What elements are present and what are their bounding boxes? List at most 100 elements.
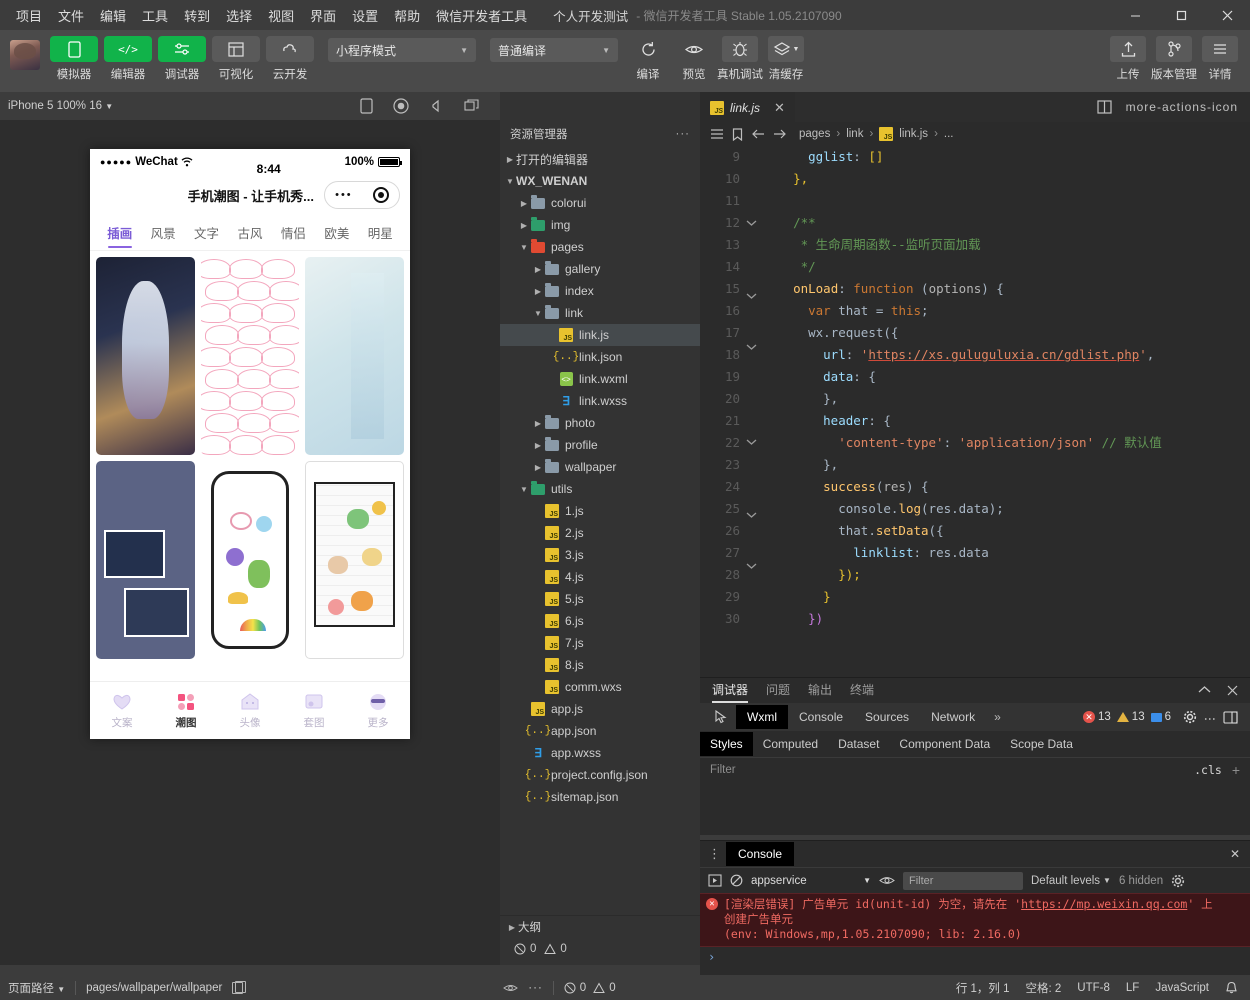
console-prompt[interactable]: › [700, 947, 1250, 967]
code-line[interactable]: }, [778, 168, 1250, 190]
tree-item[interactable]: JS 1.js [500, 500, 700, 522]
context-select[interactable]: appservice ▼ [751, 872, 871, 890]
toolbar-button-sliders[interactable]: 调试器 [158, 36, 206, 82]
capsule-close-icon[interactable] [372, 187, 389, 203]
code-line[interactable]: success(res) { [778, 476, 1250, 498]
language-indicator[interactable]: JavaScript [1155, 982, 1209, 994]
code-line[interactable]: var that = this; [778, 300, 1250, 322]
code-line[interactable]: * 生命周期函数--监听页面加载 [778, 234, 1250, 256]
phone-tabbar-item-3[interactable]: 套图 [282, 682, 346, 739]
phone-tab-1[interactable]: 风景 [141, 219, 184, 250]
rotate-device-icon[interactable] [360, 98, 373, 114]
chevron-right-icon[interactable]: ▶ [518, 199, 530, 208]
console-error-message[interactable]: ✕ [渲染层错误] 广告单元 id(unit-id) 为空，请先在 'https… [700, 893, 1250, 947]
tree-item[interactable]: JS 6.js [500, 610, 700, 632]
eye-icon[interactable] [879, 875, 895, 886]
console-filter-input[interactable]: Filter [903, 871, 1023, 890]
fold-toggle-icon[interactable] [746, 511, 768, 533]
tree-item[interactable]: JS 7.js [500, 632, 700, 654]
tree-item[interactable]: ▶ photo [500, 412, 700, 434]
grid-item-anime-girl[interactable] [96, 257, 195, 455]
phone-tab-6[interactable]: 明星 [359, 219, 402, 250]
grid-item-doodle-stickers[interactable] [200, 461, 300, 659]
tree-item[interactable]: ▼ pages [500, 236, 700, 258]
chevron-down-icon[interactable]: ▼ [518, 243, 530, 252]
phone-tabbar-item-0[interactable]: 文案 [90, 682, 154, 739]
phone-tabbar-item-1[interactable]: 潮图 [154, 682, 218, 739]
code-line[interactable]: 'content-type': 'application/json' // 默认… [778, 432, 1250, 454]
wechat-capsule[interactable]: ••• [324, 181, 400, 209]
phone-tab-3[interactable]: 古风 [228, 219, 271, 250]
warning-badge[interactable]: 13 [1116, 711, 1145, 723]
debugger-panel-tab-调试器[interactable]: 调试器 [712, 681, 749, 703]
bell-icon[interactable] [1225, 981, 1238, 995]
dock-icon[interactable] [1223, 710, 1238, 724]
toolbar-button-layout[interactable]: 可视化 [212, 36, 260, 82]
tree-item[interactable]: ▶ img [500, 214, 700, 236]
status-problems[interactable]: 0 0 [564, 982, 616, 994]
code-line[interactable]: that.setData({ [778, 520, 1250, 542]
menu-item-0[interactable]: 项目 [8, 2, 50, 29]
chevron-down-icon[interactable]: ▼ [518, 485, 530, 494]
code-area[interactable]: 9 10 11 12 13 14 15 16 17 18 19 20 21 22 23 24 25 26 27 28 2… [700, 146, 1250, 677]
tree-item[interactable]: ▶ profile [500, 434, 700, 456]
chevron-up-icon[interactable] [1198, 685, 1211, 696]
chevron-right-icon[interactable]: ▶ [532, 463, 544, 472]
tree-item[interactable]: {..} project.config.json [500, 764, 700, 786]
devtool-tab-network[interactable]: Network [920, 705, 986, 729]
compile-select[interactable]: 普通编译 ▼ [490, 38, 618, 62]
line-col-indicator[interactable]: 行 1，列 1 [956, 980, 1010, 996]
style-tab-scope-data[interactable]: Scope Data [1000, 732, 1083, 756]
indentation-indicator[interactable]: 空格: 2 [1026, 980, 1062, 996]
code-line[interactable]: }, [778, 454, 1250, 476]
debugger-panel-tab-问题[interactable]: 问题 [766, 681, 790, 701]
phone-tabbar-item-2[interactable]: 头像 [218, 682, 282, 739]
more-actions-icon[interactable]: more-actions-icon [1126, 100, 1238, 114]
menu-item-9[interactable]: 帮助 [386, 2, 428, 29]
capsule-menu-icon[interactable]: ••• [335, 189, 353, 201]
back-arrow-icon[interactable] [751, 128, 765, 140]
chevron-down-icon[interactable]: ▼ [504, 177, 516, 186]
code-line[interactable]: /** [778, 212, 1250, 234]
close-button[interactable] [1204, 0, 1250, 30]
menu-item-3[interactable]: 工具 [134, 2, 176, 29]
menu-item-8[interactable]: 设置 [344, 2, 386, 29]
code-line[interactable]: url: 'https://xs.guluguluxia.cn/gdlist.p… [778, 344, 1250, 366]
tree-item[interactable]: ▼ utils [500, 478, 700, 500]
tree-item[interactable]: ∃ app.wxss [500, 742, 700, 764]
log-levels-select[interactable]: Default levels ▼ [1031, 875, 1111, 887]
tree-item[interactable]: JS 2.js [500, 522, 700, 544]
chevron-right-icon[interactable]: ▶ [518, 221, 530, 230]
cls-button[interactable]: .cls [1194, 763, 1222, 777]
tree-item[interactable]: ▶ colorui [500, 192, 700, 214]
code-line[interactable]: onLoad: function (options) { [778, 278, 1250, 300]
phone-tabbar-item-4[interactable]: 更多 [346, 682, 410, 739]
grid-item-pink-pattern[interactable] [200, 257, 300, 455]
multi-window-icon[interactable] [464, 99, 480, 113]
tree-item[interactable]: JS comm.wxs [500, 676, 700, 698]
code-lines[interactable]: gglist: [] }, /** * 生命周期函数--监听页面加载 */ on… [768, 146, 1250, 677]
grid-item-blue-gradient[interactable] [305, 257, 404, 455]
phone-preview[interactable]: ●●●●● WeChat 8:44 100% 手机潮图 - 让手机秀... ••… [90, 149, 410, 739]
kebab-menu-icon[interactable]: ⋮ [1203, 713, 1217, 722]
bookmark-icon[interactable] [732, 127, 743, 141]
drag-handle-icon[interactable]: ⋮ [708, 846, 721, 862]
info-badge[interactable]: 6 [1150, 711, 1171, 723]
code-line[interactable]: */ [778, 256, 1250, 278]
tree-section[interactable]: ▶ 打开的编辑器 [500, 148, 700, 170]
style-tab-dataset[interactable]: Dataset [828, 732, 889, 756]
style-filter-input[interactable]: Filter [710, 764, 736, 776]
menu-item-4[interactable]: 转到 [176, 2, 218, 29]
toolbar-button-phone[interactable]: 模拟器 [50, 36, 98, 82]
status-eye-icon[interactable] [503, 983, 519, 993]
toolbar-right-upload[interactable]: 上传 [1108, 36, 1148, 82]
phone-tab-5[interactable]: 欧美 [315, 219, 358, 250]
outline-header[interactable]: ▶ 大纲 [500, 916, 700, 938]
more-tabs-icon[interactable]: » [986, 710, 1009, 724]
debugger-panel-tab-终端[interactable]: 终端 [850, 681, 874, 701]
add-rule-button[interactable]: + [1232, 762, 1240, 778]
style-tab-styles[interactable]: Styles [700, 732, 753, 756]
grid-item-animal-stickers[interactable] [305, 461, 404, 659]
tree-item[interactable]: ▶ index [500, 280, 700, 302]
debugger-panel-tab-输出[interactable]: 输出 [808, 681, 832, 701]
